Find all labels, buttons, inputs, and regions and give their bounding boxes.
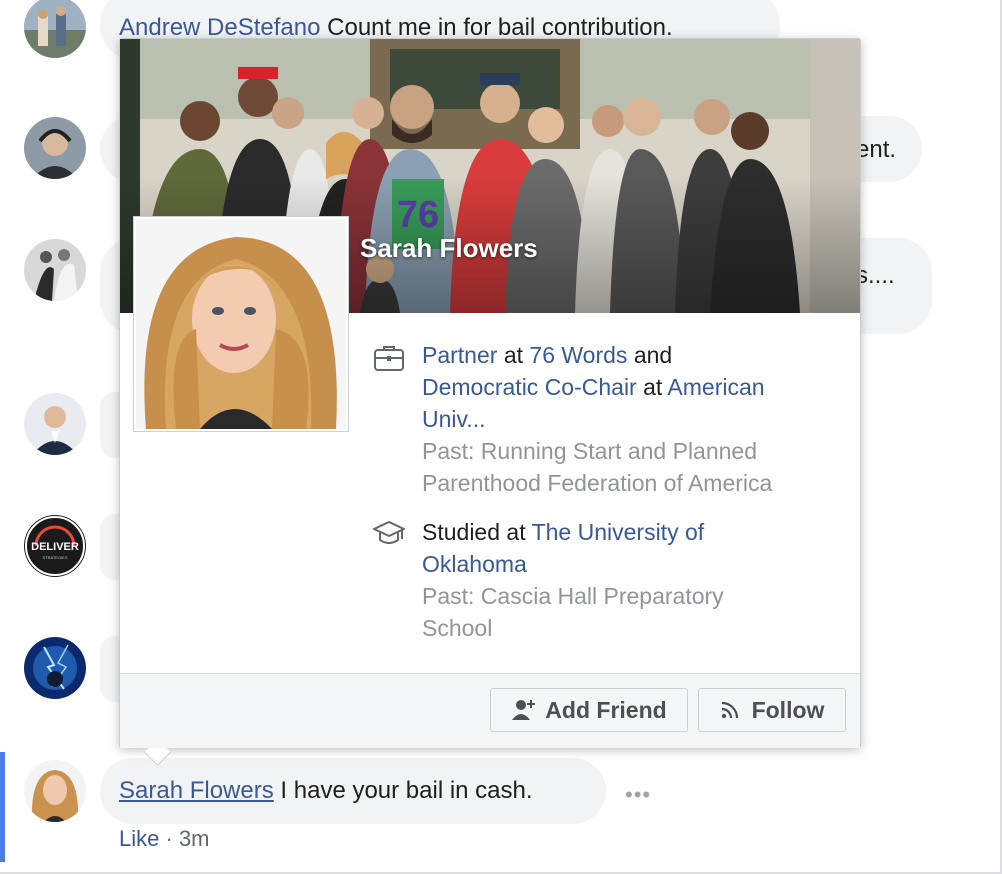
education-past-line2: School	[422, 615, 493, 641]
avatar-wedding-photo[interactable]	[24, 239, 86, 301]
comment-author-link[interactable]: Andrew DeStefano	[119, 14, 320, 41]
comment-text: Count me in for bail contribution.	[327, 14, 673, 41]
avatar-headset-man[interactable]	[24, 117, 86, 179]
comment-timestamp[interactable]: 3m	[179, 826, 210, 851]
avatar-suit-man[interactable]	[24, 393, 86, 455]
avatar-deliver-logo[interactable]: DELIVER STRATEGIES	[24, 515, 86, 577]
work-org2-link[interactable]: American	[667, 374, 764, 400]
school-link-cont[interactable]: Oklahoma	[422, 548, 842, 580]
comment-author-link[interactable]: Sarah Flowers	[119, 777, 274, 804]
like-link[interactable]: Like	[119, 826, 159, 851]
comment-text: I have your bail in cash.	[280, 777, 533, 804]
comment-text: s....	[856, 262, 895, 289]
work-at-text: at	[503, 342, 524, 368]
add-friend-label: Add Friend	[545, 696, 667, 723]
work-and-text: and	[633, 342, 673, 368]
work-past-line2: Parenthood Federation of America	[422, 470, 773, 496]
graduation-cap-icon	[372, 517, 406, 551]
education-info: Studied at The University of Oklahoma Pa…	[422, 516, 842, 644]
follow-label: Follow	[751, 696, 825, 723]
add-friend-icon	[512, 700, 536, 720]
work-role-link[interactable]: Partner	[422, 342, 497, 368]
work-role2-link[interactable]: Democratic Co-Chair	[422, 374, 637, 400]
active-comment-indicator	[0, 752, 5, 862]
briefcase-icon	[372, 341, 406, 375]
studied-at-text: Studied at	[422, 519, 526, 545]
avatar-lightning[interactable]	[24, 637, 86, 699]
profile-hovercard: 76 Sarah Flowers	[119, 38, 861, 766]
school-link[interactable]: The University of	[532, 519, 705, 545]
work-past-line1: Past: Running Start and Planned	[422, 438, 758, 464]
hovercard-name[interactable]: Sarah Flowers	[360, 233, 538, 264]
footer-separator: ·	[165, 826, 173, 851]
deliver-logo-subtext: STRATEGIES	[42, 555, 67, 560]
work-org2-link-cont[interactable]: Univ...	[422, 403, 842, 435]
more-options-icon[interactable]: •••	[625, 782, 651, 808]
comment-bubble-active: Sarah Flowers I have your bail in cash.	[100, 758, 606, 824]
comment-footer: Like · 3m	[119, 826, 210, 852]
work-info: Partner at 76 Words and Democratic Co-Ch…	[422, 339, 842, 499]
rss-follow-icon	[721, 701, 738, 719]
work-at2-text: at	[643, 374, 663, 400]
education-past-line1: Past: Cascia Hall Preparatory	[422, 583, 724, 609]
comment-text: ent.	[856, 136, 897, 163]
work-org-link[interactable]: 76 Words	[529, 342, 627, 368]
add-friend-button[interactable]: Add Friend	[490, 688, 688, 732]
follow-button[interactable]: Follow	[698, 688, 846, 732]
deliver-logo-text: DELIVER	[31, 541, 79, 553]
hovercard-actions: Add Friend Follow	[120, 673, 860, 748]
avatar-sarah-flowers[interactable]	[24, 760, 86, 822]
profile-picture[interactable]	[134, 217, 348, 431]
